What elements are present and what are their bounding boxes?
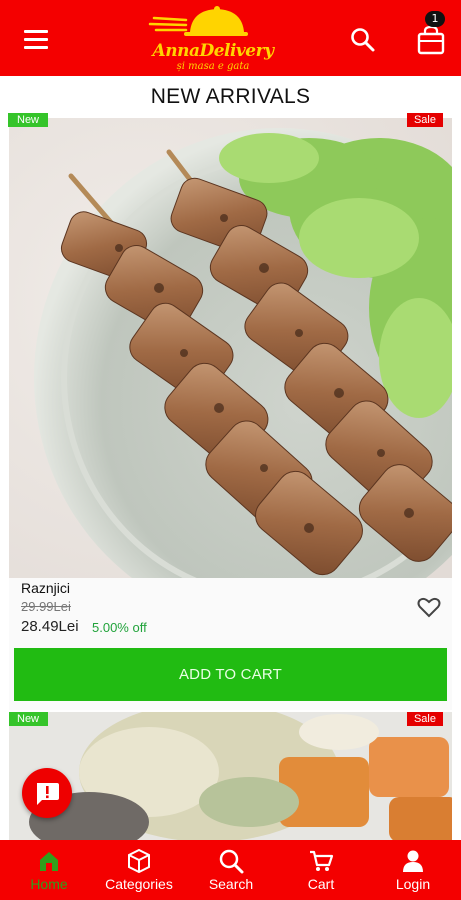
nav-home[interactable]: Home — [14, 840, 84, 900]
sale-badge: Sale — [406, 113, 443, 127]
skewer-photo-illustration — [9, 118, 452, 578]
product-card[interactable]: New Sale Raznjici 29.99Lei 28.49Lei 5.00… — [8, 113, 452, 710]
nav-cart[interactable]: Cart — [288, 840, 354, 900]
add-to-cart-button[interactable]: ADD TO CART — [14, 648, 447, 701]
shopping-bag-icon — [417, 25, 445, 55]
menu-icon-bar — [24, 38, 48, 41]
product-old-price: 29.99Lei — [21, 599, 71, 614]
bottom-navigation: Home Categories Search Cart Login — [0, 840, 461, 900]
heart-icon — [417, 597, 441, 618]
cart-icon — [310, 850, 334, 871]
product-image[interactable] — [9, 712, 452, 840]
nav-categories[interactable]: Categories — [96, 840, 182, 900]
menu-icon-bar — [24, 46, 48, 49]
cloche-logo-icon — [148, 6, 248, 36]
nav-label: Login — [395, 876, 431, 892]
new-badge: New — [9, 712, 49, 726]
search-button[interactable] — [350, 27, 376, 53]
product-info: Raznjici 29.99Lei 28.49Lei 5.00% off ADD… — [9, 578, 452, 710]
user-icon — [403, 850, 423, 872]
nav-label: Search — [208, 876, 254, 892]
feedback-alert-icon — [37, 783, 59, 805]
search-icon — [351, 28, 375, 52]
nav-login[interactable]: Login — [380, 840, 446, 900]
cube-icon — [128, 848, 150, 874]
nav-label: Home — [30, 876, 68, 892]
sale-badge: Sale — [406, 712, 443, 726]
feedback-fab[interactable] — [22, 768, 72, 818]
logo-tagline: și masa e gata — [176, 61, 250, 72]
product-image-raznjici[interactable] — [9, 118, 452, 578]
menu-icon-bar — [24, 30, 48, 33]
search-icon — [219, 849, 244, 874]
menu-button[interactable] — [24, 28, 50, 50]
cart-button[interactable] — [416, 24, 446, 56]
logo-title: AnnaDelivery — [152, 41, 274, 61]
nav-label: Categories — [105, 876, 173, 892]
brand-logo[interactable]: AnnaDelivery și masa e gata — [142, 4, 278, 74]
nav-label: Cart — [307, 876, 335, 892]
product-name[interactable]: Raznjici — [21, 580, 70, 596]
nav-search[interactable]: Search — [196, 840, 266, 900]
cart-count-badge: 1 — [425, 11, 445, 27]
new-badge: New — [8, 113, 49, 127]
home-icon — [40, 852, 58, 871]
product-discount: 5.00% off — [92, 620, 147, 635]
top-app-bar: AnnaDelivery și masa e gata 1 — [0, 0, 461, 76]
salad-photo-illustration — [9, 712, 452, 840]
product-card[interactable]: New Sale — [9, 712, 452, 840]
section-title: NEW ARRIVALS — [150, 85, 311, 108]
wishlist-button[interactable] — [417, 596, 441, 618]
product-price: 28.49Lei — [21, 618, 79, 635]
